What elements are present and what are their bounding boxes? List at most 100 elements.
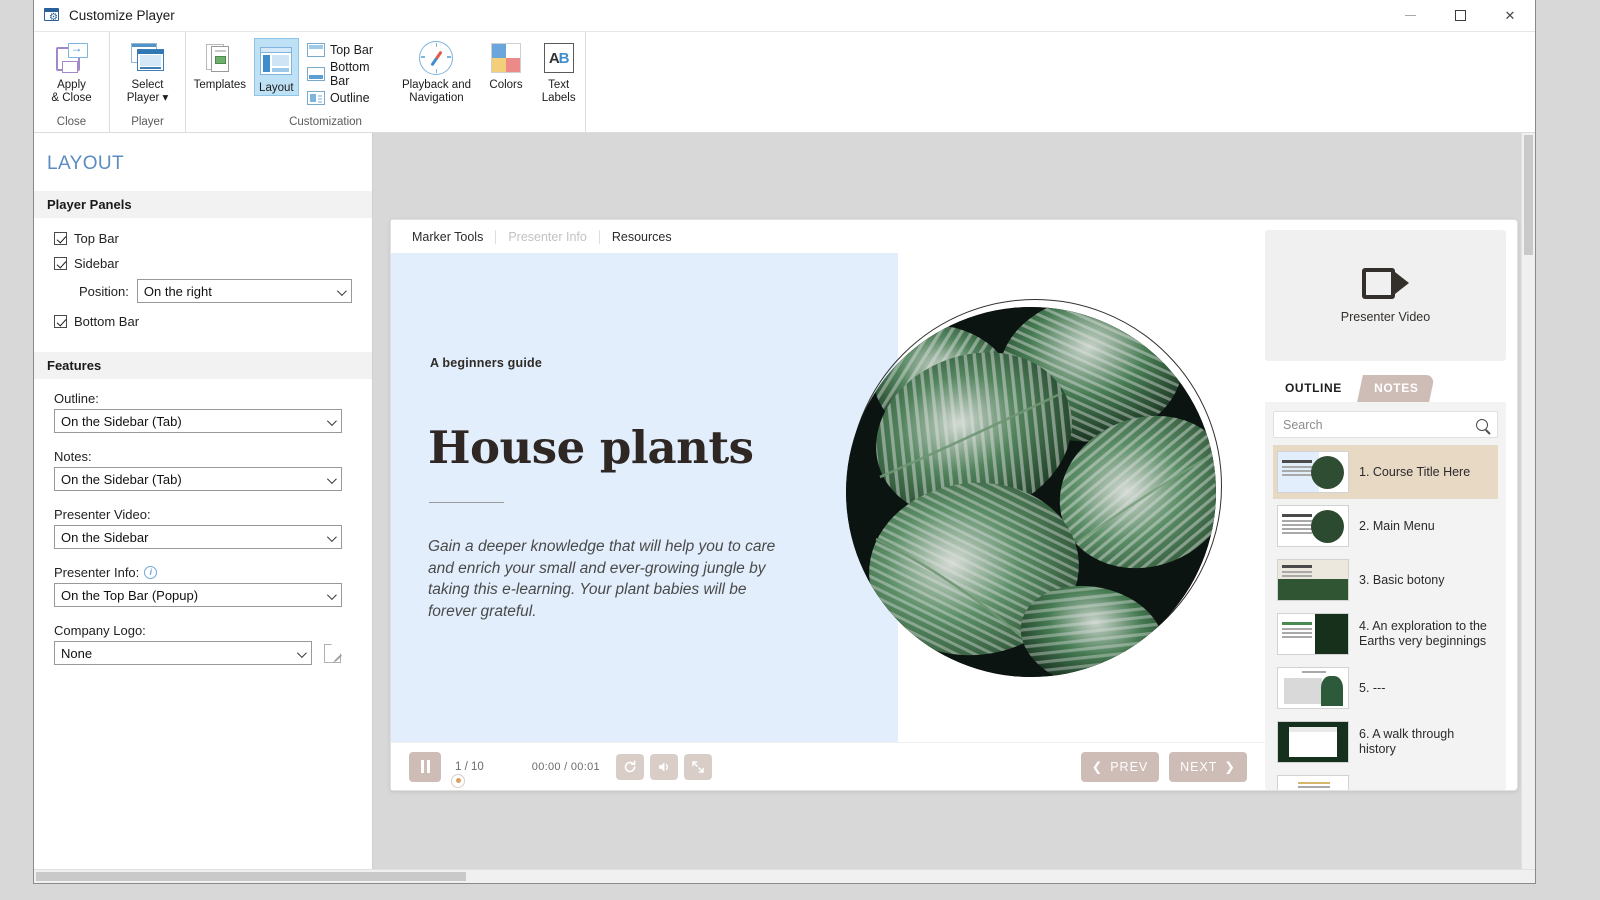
text-labels-label-line2: Labels [542,92,576,104]
outline-select[interactable]: On the Sidebar (Tab) [54,409,342,433]
player-preview-area: Marker Tools Presenter Info Resources A … [373,133,1535,869]
window-vertical-scrollbar[interactable] [1521,133,1535,869]
checkbox-sidebar-label: Sidebar [74,256,119,271]
apply-close-label-line1: Apply [57,79,86,91]
templates-label: Templates [194,79,246,91]
colors-button[interactable]: Colors [480,36,533,92]
title-bar: ⚙ Customize Player ✕ [34,0,1535,32]
maximize-button[interactable] [1435,0,1485,32]
layout-button[interactable]: Layout [254,38,299,96]
outline-toggle[interactable]: Outline [305,86,387,110]
outline-item-2[interactable]: 2. Main Menu [1273,499,1498,553]
top-bar-marker-tools[interactable]: Marker Tools [412,230,495,244]
checkbox-bottom-bar-box[interactable] [54,315,67,328]
minimize-button[interactable] [1385,0,1435,32]
slide-canvas: A beginners guide House plants Gain a de… [391,253,1265,742]
fullscreen-icon[interactable] [684,754,712,780]
top-bar-resources[interactable]: Resources [612,230,684,244]
text-labels-glyph-b: B [559,50,569,67]
timecode-label: 00:00 / 00:01 [532,761,600,773]
notes-select-wrap: On the Sidebar (Tab) [54,467,342,491]
window-horizontal-scrollbar[interactable] [34,869,1535,883]
text-labels-icon: AB [544,41,574,75]
section-header-features: Features [34,352,372,379]
playback-label-line2: Navigation [409,92,463,104]
outline-item-4[interactable]: 4. An exploration to the Earths very beg… [1273,607,1498,661]
ribbon-toolbar: Apply & Close Close Select Player ▾ [34,32,1535,133]
field-presenter-info-label: Presenter Info: [54,565,139,580]
next-chevron-icon: ❯ [1224,759,1235,774]
window-vertical-scrollbar-thumb[interactable] [1524,135,1533,255]
notes-select[interactable]: On the Sidebar (Tab) [54,467,342,491]
templates-icon [206,41,234,75]
templates-button[interactable]: Templates [186,36,254,92]
edit-logo-icon[interactable] [324,644,341,663]
next-button[interactable]: NEXT ❯ [1169,752,1247,782]
outline-item-1[interactable]: 1. Course Title Here [1273,445,1498,499]
ribbon-group-label-customization: Customization [66,116,585,132]
window-controls: ✕ [1385,0,1535,32]
field-presenter-video-label: Presenter Video: [54,507,151,522]
replay-icon[interactable] [616,754,644,780]
prev-button[interactable]: ❮ PREV [1081,752,1159,782]
field-outline-label: Outline: [54,391,99,406]
outline-item-5[interactable]: 5. --- [1273,661,1498,715]
next-button-label: NEXT [1180,760,1217,774]
tab-notes[interactable]: NOTES [1357,375,1435,402]
outline-item-6[interactable]: 6. A walk through history [1273,715,1498,769]
customization-checkitems: Top Bar Bottom Bar Outline [305,36,387,110]
sidebar-tabs: OUTLINE NOTES [1265,375,1506,402]
company-logo-select[interactable]: None [54,641,312,665]
outline-item-4-label: 4. An exploration to the Earths very beg… [1359,619,1490,649]
presenter-video-select[interactable]: On the Sidebar [54,525,342,549]
field-presenter-info: Presenter Info: i On the Top Bar (Popup) [34,561,372,607]
window-title: Customize Player [69,8,175,23]
info-icon[interactable]: i [144,566,157,579]
customize-player-window: ⚙ Customize Player ✕ Apply & Close [33,0,1536,884]
search-icon[interactable] [1476,419,1488,431]
slide-photo-circle [846,307,1216,677]
select-player-button[interactable]: Select Player ▾ [110,36,185,105]
outline-item-1-label: 1. Course Title Here [1359,465,1470,480]
volume-icon[interactable] [650,754,678,780]
outline-icon [307,91,325,105]
presenter-info-select-wrap: On the Top Bar (Popup) [54,583,342,607]
window-horizontal-scrollbar-thumb[interactable] [36,872,466,881]
sidebar-position-select-wrap: On the right [137,279,352,303]
outline-thumbnail-7 [1277,775,1349,790]
presenter-info-select[interactable]: On the Top Bar (Popup) [54,583,342,607]
slide-counter: 1 / 10 [455,761,484,773]
outline-item-3[interactable]: 3. Basic botony [1273,553,1498,607]
checkbox-top-bar-label: Top Bar [74,231,119,246]
bottom-bar-icon [307,67,325,81]
search-input[interactable]: Search [1273,411,1498,438]
calathea-leaves-photo [846,307,1216,677]
checkbox-sidebar-box[interactable] [54,257,67,270]
tab-outline[interactable]: OUTLINE [1271,375,1356,402]
checkbox-top-bar-box[interactable] [54,232,67,245]
close-button[interactable]: ✕ [1485,0,1535,32]
text-labels-label-line1: Text [548,79,569,91]
top-bar-toggle[interactable]: Top Bar [305,38,387,62]
presenter-video-label: Presenter Video [1341,310,1430,324]
pause-icon[interactable] [409,752,441,782]
apply-close-label-line2: & Close [51,92,91,104]
text-labels-button[interactable]: AB Text Labels [532,36,585,105]
outline-item-6-label: 6. A walk through history [1359,727,1490,757]
bottom-bar-toggle[interactable]: Bottom Bar [305,62,387,86]
sidebar-position-select[interactable]: On the right [137,279,352,303]
player-sidebar: Presenter Video OUTLINE NOTES [1265,220,1517,790]
playback-and-navigation-button[interactable]: Playback and Navigation [393,36,479,105]
slide-counter-label: 1 / 10 [455,761,484,773]
apply-and-close-button[interactable]: Apply & Close [34,36,109,105]
outline-item-3-label: 3. Basic botony [1359,573,1444,588]
seek-handle[interactable] [451,774,465,788]
outline-item-7[interactable] [1273,769,1498,790]
checkbox-sidebar[interactable]: Sidebar [34,251,372,276]
field-notes-label: Notes: [54,449,92,464]
player-main: Marker Tools Presenter Info Resources A … [391,220,1517,790]
slide-kicker: A beginners guide [430,356,542,370]
outline-thumbnail-3 [1277,559,1349,601]
checkbox-top-bar[interactable]: Top Bar [34,226,372,251]
checkbox-bottom-bar[interactable]: Bottom Bar [34,309,372,334]
